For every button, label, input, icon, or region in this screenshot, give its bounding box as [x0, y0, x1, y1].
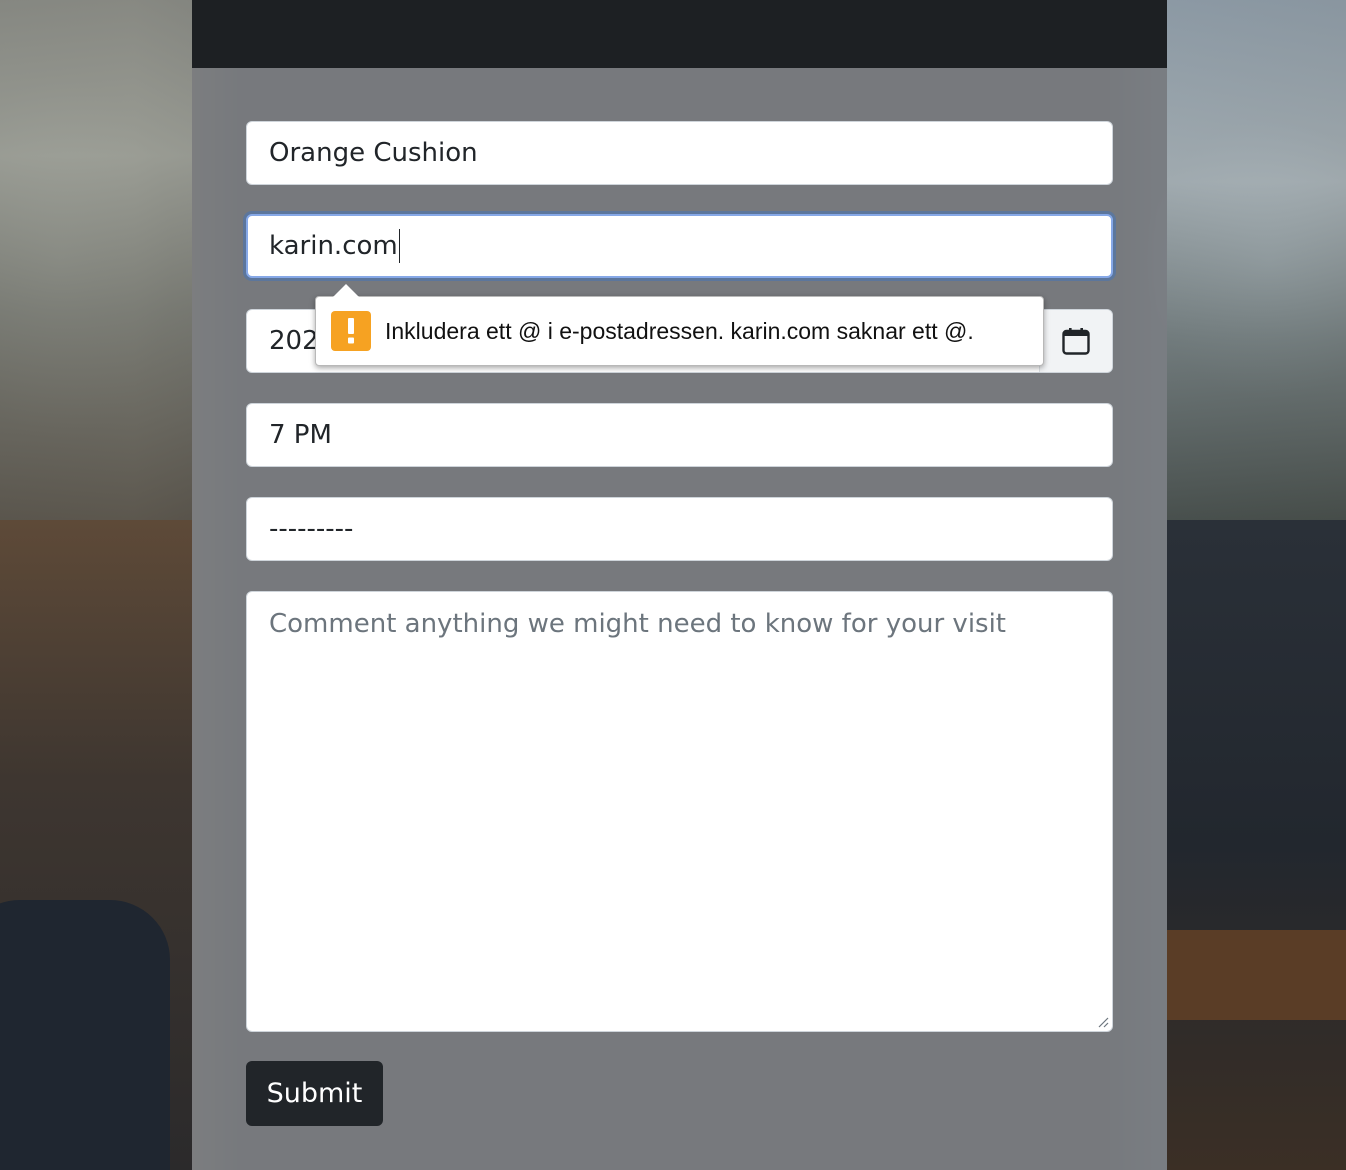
- name-input[interactable]: Orange Cushion: [246, 121, 1113, 185]
- time-select-value: 7 PM: [269, 420, 332, 450]
- date-picker-button[interactable]: [1039, 310, 1112, 372]
- validation-tooltip: Inkludera ett @ i e-postadressen. karin.…: [315, 296, 1044, 366]
- comment-placeholder: Comment anything we might need to know f…: [269, 609, 1007, 639]
- option-select[interactable]: ---------: [246, 497, 1113, 561]
- date-input-value: 202: [269, 326, 319, 356]
- background-table: [1167, 930, 1346, 1020]
- time-select[interactable]: 7 PM: [246, 403, 1113, 467]
- tooltip-arrow: [333, 284, 359, 297]
- exclamation-glyph: [348, 318, 354, 344]
- validation-message: Inkludera ett @ i e-postadressen. karin.…: [385, 317, 974, 344]
- warning-icon: [331, 311, 371, 351]
- background-window-right: [1167, 0, 1346, 520]
- background-chair: [0, 900, 170, 1170]
- email-input[interactable]: karin.com: [246, 214, 1113, 278]
- option-select-value: ---------: [269, 514, 354, 544]
- email-input-value: karin.com: [269, 231, 398, 261]
- background-window-left: [0, 0, 192, 520]
- resize-handle-icon[interactable]: [1097, 1016, 1109, 1028]
- submit-button[interactable]: Submit: [246, 1061, 383, 1126]
- comment-textarea[interactable]: Comment anything we might need to know f…: [246, 591, 1113, 1032]
- top-bar: [192, 0, 1167, 68]
- background-wall-right: [1167, 520, 1346, 1170]
- name-input-value: Orange Cushion: [269, 138, 478, 168]
- text-caret: [398, 229, 400, 263]
- calendar-icon: [1062, 327, 1090, 355]
